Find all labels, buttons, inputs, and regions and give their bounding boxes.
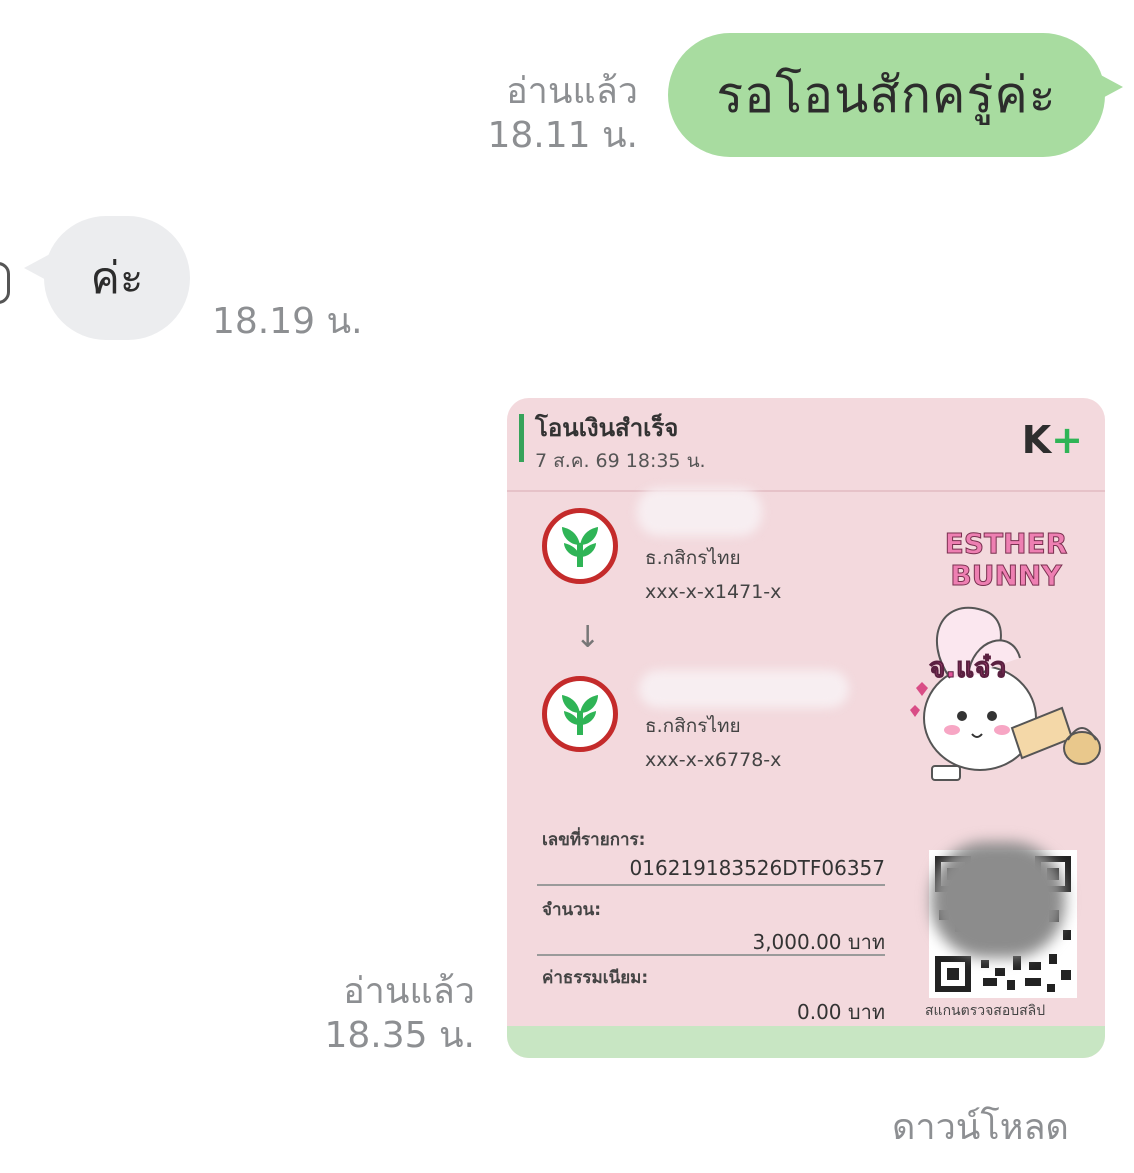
message-time: 18.19 น. xyxy=(212,301,363,342)
outgoing-message-bubble[interactable]: รอโอนสักครู่ค่ะ xyxy=(668,33,1123,157)
amount-label: จำนวน: xyxy=(542,900,602,920)
sender-account: xxx-x-x1471-x xyxy=(645,581,782,603)
arrow-down-icon: ↓ xyxy=(575,620,601,655)
slip-date: 7 ส.ค. 69 18:35 น. xyxy=(535,450,706,472)
transfer-slip-image[interactable]: โอนเงินสำเร็จ 7 ส.ค. 69 18:35 น. K+ ธ.กส… xyxy=(507,398,1105,1058)
divider xyxy=(537,884,885,886)
fee-value: 0.00 บาท xyxy=(797,1000,885,1024)
blurred-name xyxy=(637,488,762,536)
sticker-title: ESTHER BUNNY xyxy=(944,527,1068,592)
bunny-sticker-icon xyxy=(910,607,1101,781)
slip-title: โอนเงินสำเร็จ xyxy=(535,414,679,442)
bubble-tail xyxy=(24,254,50,282)
avatar[interactable] xyxy=(0,262,10,304)
download-button[interactable]: ดาวน์โหลด xyxy=(892,1098,1069,1155)
sticker-text: จ.แจ๋ว xyxy=(928,651,1007,685)
divider xyxy=(507,490,1105,492)
slip-bottom-strip xyxy=(507,1026,1105,1058)
ref-value: 016219183526DTF06357 xyxy=(629,856,885,880)
ref-label: เลขที่รายการ: xyxy=(542,830,646,850)
message-text: ค่ะ xyxy=(90,253,144,304)
header-accent xyxy=(519,414,524,462)
read-receipt-1: อ่านแล้ว 18.11 น. xyxy=(470,70,638,158)
qr-caption: สแกนตรวจสอบสลิป xyxy=(925,1003,1046,1019)
blurred-name xyxy=(639,670,849,708)
incoming-message-bubble[interactable]: ค่ะ xyxy=(24,216,190,340)
receiver-account: xxx-x-x6778-x xyxy=(645,749,782,771)
bubble-tail xyxy=(1097,73,1123,101)
sender-bank: ธ.กสิกรไทย xyxy=(645,547,741,569)
receiver-bank: ธ.กสิกรไทย xyxy=(645,715,741,737)
fee-label: ค่าธรรมเนียม: xyxy=(542,968,649,988)
kbank-logo-icon xyxy=(542,508,618,584)
message-time: 18.11 น. xyxy=(487,115,638,156)
divider xyxy=(537,954,885,956)
kplus-logo: K+ xyxy=(1021,418,1083,462)
message-time: 18.35 น. xyxy=(324,1015,475,1056)
message-text: รอโอนสักครู่ค่ะ xyxy=(716,65,1057,124)
blurred-qr-area xyxy=(931,842,1065,958)
read-label: อ่านแล้ว xyxy=(343,971,475,1012)
read-receipt-2: อ่านแล้ว 18.35 น. xyxy=(300,970,475,1058)
kbank-logo-icon xyxy=(542,676,618,752)
read-label: อ่านแล้ว xyxy=(506,71,638,112)
